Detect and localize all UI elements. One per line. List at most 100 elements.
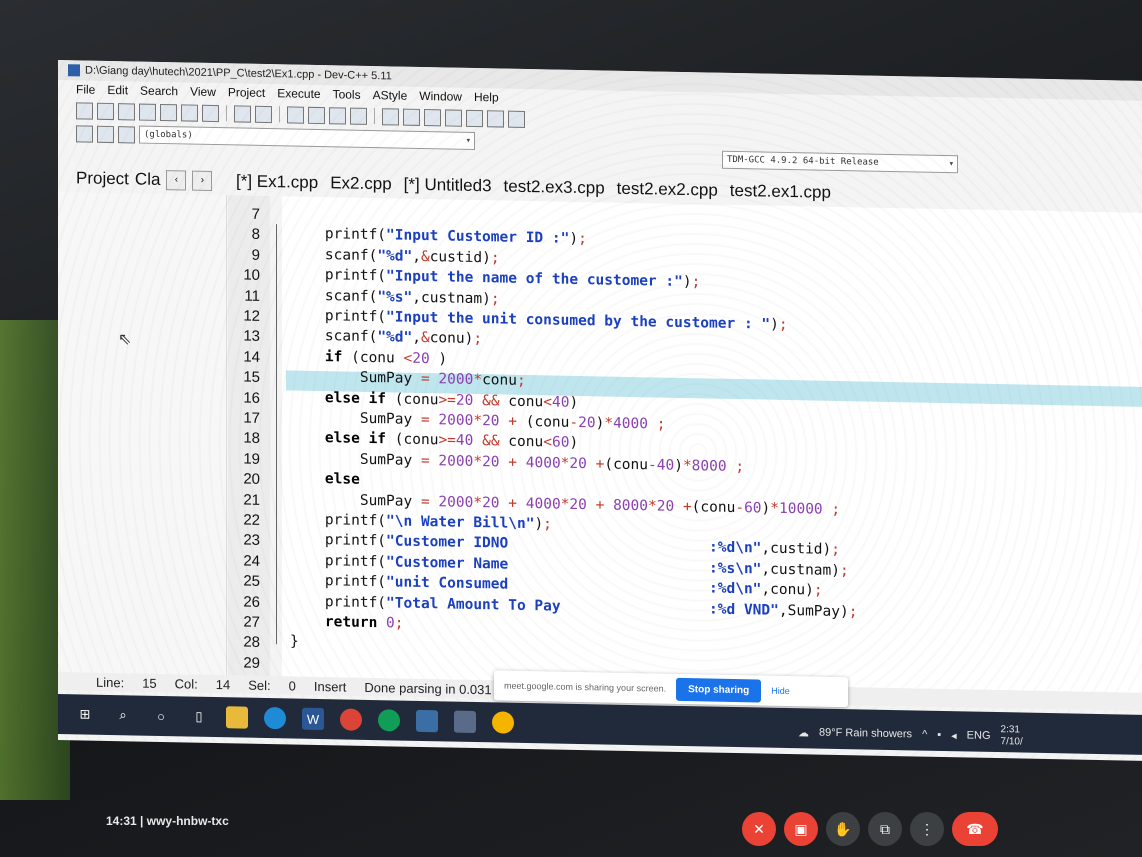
insert-icon[interactable] — [97, 125, 114, 143]
task-view-icon[interactable]: ▯ — [188, 705, 210, 727]
menu-file[interactable]: File — [76, 82, 95, 96]
chrome-icon[interactable] — [492, 711, 514, 734]
camera-off-icon[interactable]: ▣ — [784, 812, 818, 846]
devcpp-taskbar-icon[interactable] — [454, 710, 476, 734]
chrome-icon[interactable] — [340, 708, 362, 731]
tab-untitled3[interactable]: [*] Untitled3 — [404, 175, 492, 197]
leave-call-icon[interactable]: ☎ — [952, 812, 998, 846]
menu-tools[interactable]: Tools — [333, 87, 361, 102]
photos-icon[interactable] — [416, 709, 438, 733]
indent-icon[interactable] — [329, 106, 346, 125]
chevron-left-icon[interactable]: ‹ — [166, 170, 187, 191]
status-col-value: 14 — [215, 676, 231, 692]
hide-button[interactable]: Hide — [771, 686, 790, 696]
undo-icon[interactable] — [234, 104, 251, 123]
line-number: 23 — [243, 531, 260, 550]
line-number: 20 — [243, 470, 260, 489]
mouse-pointer-icon: ⇖ — [118, 331, 132, 349]
menu-execute[interactable]: Execute — [277, 86, 320, 101]
chevron-right-icon[interactable]: › — [192, 170, 213, 191]
compile-run-icon[interactable] — [424, 108, 441, 126]
menu-edit[interactable]: Edit — [107, 83, 128, 97]
save-all-icon[interactable] — [139, 103, 156, 121]
language-indicator[interactable]: ENG — [967, 729, 991, 741]
line-number: 14 — [243, 348, 260, 366]
tab-ex2[interactable]: Ex2.cpp — [330, 173, 391, 194]
status-col-label: Col: — [174, 675, 198, 692]
save-icon[interactable] — [118, 102, 135, 120]
line-number: 22 — [243, 511, 260, 529]
tab-classes[interactable]: Cla — [135, 169, 161, 189]
weather-text[interactable]: 89°F Rain showers — [819, 727, 912, 741]
chevron-down-icon: ▾ — [948, 159, 954, 170]
windows-start-icon[interactable]: ⊞ — [74, 703, 96, 725]
tab-test2-ex1[interactable]: test2.ex1.cpp — [730, 181, 831, 203]
find-icon[interactable] — [287, 105, 304, 124]
print-icon[interactable] — [202, 104, 219, 122]
project-panel[interactable] — [58, 192, 227, 676]
code-line[interactable]: } — [290, 634, 299, 650]
goto-icon[interactable] — [350, 107, 367, 125]
new-file-icon[interactable] — [76, 101, 93, 120]
present-icon[interactable]: ⧉ — [868, 812, 902, 846]
redo-icon[interactable] — [255, 105, 272, 123]
cortana-icon[interactable]: ○ — [150, 705, 172, 727]
stop-sharing-button[interactable]: Stop sharing — [676, 677, 762, 703]
tab-test2-ex3[interactable]: test2.ex3.cpp — [504, 177, 605, 199]
close-all-icon[interactable] — [181, 103, 198, 122]
mic-off-icon[interactable]: ✕ — [742, 812, 776, 846]
edge-icon[interactable] — [264, 706, 286, 730]
tab-test2-ex2[interactable]: test2.ex2.cpp — [617, 179, 718, 201]
chart-icon[interactable] — [487, 109, 504, 128]
rebuild-icon[interactable] — [445, 108, 462, 127]
line-number: 26 — [243, 593, 260, 611]
status-sel-label: Sel: — [248, 677, 271, 693]
menu-help[interactable]: Help — [474, 90, 499, 104]
debug-icon[interactable] — [508, 110, 525, 128]
code-line[interactable]: if (conu <20 ) — [290, 348, 447, 367]
tab-project[interactable]: Project — [76, 168, 129, 189]
line-number: 28 — [243, 633, 260, 652]
tab-ex1[interactable]: [*] Ex1.cpp — [236, 171, 318, 193]
more-options-icon[interactable]: ⋮ — [910, 812, 944, 846]
raise-hand-icon[interactable]: ✋ — [826, 812, 860, 846]
word-icon[interactable]: W — [302, 707, 324, 731]
toolbar-divider — [374, 108, 375, 125]
clock[interactable]: 2:31 7/10/ — [1001, 724, 1023, 748]
line-number: 10 — [243, 266, 260, 285]
check-icon[interactable] — [466, 109, 483, 127]
menu-project[interactable]: Project — [228, 85, 265, 100]
replace-icon[interactable] — [308, 106, 325, 124]
chevron-down-icon: ▾ — [465, 135, 471, 146]
line-number: 9 — [251, 246, 260, 264]
code-line[interactable]: else — [290, 471, 360, 488]
close-icon[interactable] — [160, 103, 177, 121]
share-notice-text: meet.google.com is sharing your screen. — [504, 680, 667, 694]
line-number: 27 — [243, 613, 260, 631]
open-file-icon[interactable] — [97, 102, 114, 120]
network-icon[interactable]: ▪ — [937, 729, 941, 741]
globals-combo[interactable]: (globals) ▾ — [139, 125, 475, 151]
file-explorer-icon[interactable] — [226, 706, 248, 729]
code-line[interactable]: return 0; — [290, 613, 404, 632]
tray-chevron-icon[interactable]: ^ — [922, 729, 927, 741]
meet-code: wwy-hnbw-txc — [146, 814, 229, 828]
menu-window[interactable]: Window — [419, 89, 462, 104]
compiler-combo[interactable]: TDM-GCC 4.9.2 64-bit Release ▾ — [722, 150, 958, 174]
clock-date: 7/10/ — [1000, 736, 1023, 748]
run-icon[interactable] — [403, 108, 420, 126]
menu-astyle[interactable]: AStyle — [373, 88, 408, 103]
chrome-icon[interactable] — [378, 709, 400, 732]
toolbar-divider — [279, 106, 280, 123]
menu-view[interactable]: View — [190, 85, 216, 99]
class-browser-icon[interactable] — [76, 124, 93, 143]
compile-icon[interactable] — [382, 107, 399, 126]
menu-search[interactable]: Search — [140, 84, 178, 99]
system-tray: ☁ 89°F Rain showers ^ ▪ ◂ ENG 2:31 7/10/ — [798, 720, 1023, 748]
volume-icon[interactable]: ◂ — [951, 729, 957, 742]
line-number: 17 — [243, 409, 260, 427]
line-number: 13 — [243, 327, 260, 346]
bookmark-icon[interactable] — [118, 125, 135, 143]
search-icon[interactable]: ⌕ — [112, 704, 134, 726]
line-number: 16 — [243, 389, 260, 407]
